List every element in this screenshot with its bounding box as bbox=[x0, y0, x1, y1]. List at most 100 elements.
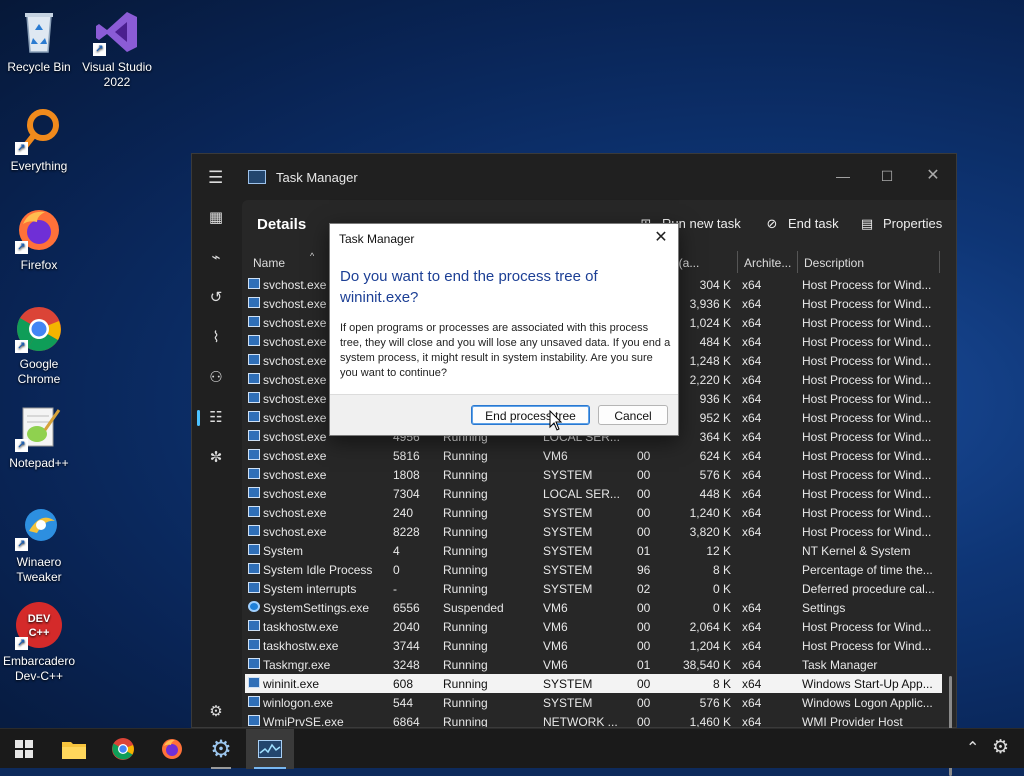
desktop-icon-chrome[interactable]: ↗ Google Chrome bbox=[0, 305, 78, 387]
nav-performance-icon[interactable]: ⌁ bbox=[204, 246, 228, 270]
cell-desc: Host Process for Wind... bbox=[802, 278, 932, 292]
desktop-icon-everything[interactable]: ↗ Everything bbox=[0, 107, 78, 174]
cell-cpu: 00 bbox=[637, 696, 651, 710]
process-row[interactable]: svchost.exe 7304 Running LOCAL SER... 00 448 … bbox=[245, 484, 942, 503]
chevron-up-icon[interactable]: ⌃ bbox=[966, 738, 979, 758]
process-icon bbox=[248, 411, 260, 422]
process-row[interactable]: taskhostw.exe 2040 Running VM6 00 2,064 K x64 H… bbox=[245, 617, 942, 636]
cell-mem: 0 K bbox=[712, 601, 731, 615]
nav-services-icon[interactable]: ✼ bbox=[204, 446, 228, 470]
taskbar-chrome[interactable] bbox=[99, 729, 147, 769]
settings-gear-icon[interactable]: ⚙ bbox=[992, 736, 1009, 759]
devcpp-icon: DEV C++ ↗ bbox=[15, 602, 63, 650]
cell-arch: x64 bbox=[742, 506, 762, 520]
shortcut-arrow-icon: ↗ bbox=[15, 439, 28, 452]
nav-details-icon[interactable]: ☷ bbox=[204, 406, 228, 430]
cell-arch: x64 bbox=[742, 373, 762, 387]
cell-cpu: 00 bbox=[637, 620, 651, 634]
end-task-label: End task bbox=[788, 216, 839, 231]
cell-arch: x64 bbox=[742, 525, 762, 539]
taskbar-task-manager[interactable] bbox=[246, 729, 294, 769]
cell-name: svchost.exe bbox=[263, 468, 327, 482]
nav-startup-apps-icon[interactable]: ⌇ bbox=[204, 326, 228, 350]
cell-mem: 1,460 K bbox=[689, 715, 731, 727]
desktop-icon-winaero[interactable]: ↗ Winaero Tweaker bbox=[0, 503, 78, 585]
cell-pid: - bbox=[393, 582, 397, 596]
close-button[interactable]: ✕ bbox=[918, 162, 948, 190]
taskbar-firefox[interactable] bbox=[148, 729, 196, 769]
nav-users-icon[interactable]: ⚇ bbox=[204, 366, 228, 390]
nav-settings-icon[interactable]: ⚙ bbox=[204, 700, 228, 724]
cell-status: Running bbox=[443, 525, 488, 539]
desktop-icon-visual-studio[interactable]: ↗ Visual Studio 2022 bbox=[78, 8, 156, 90]
cell-pid: 3248 bbox=[393, 658, 420, 672]
shortcut-arrow-icon: ↗ bbox=[15, 241, 28, 254]
cell-pid: 7304 bbox=[393, 487, 420, 501]
cell-user: SYSTEM bbox=[543, 506, 593, 520]
process-icon bbox=[248, 639, 260, 650]
process-row[interactable]: svchost.exe 8228 Running SYSTEM 00 3,820 K x64… bbox=[245, 522, 942, 541]
dialog-heading: Do you want to end the process tree of w… bbox=[340, 268, 598, 306]
cell-pid: 4 bbox=[393, 544, 400, 558]
cell-user: VM6 bbox=[543, 449, 568, 463]
hamburger-menu-icon[interactable]: ☰ bbox=[208, 168, 223, 188]
process-row[interactable]: svchost.exe 1808 Running SYSTEM 00 576 K x64 Ho… bbox=[245, 465, 942, 484]
process-icon bbox=[248, 449, 260, 460]
minimize-button[interactable]: — bbox=[828, 162, 858, 190]
desktop-icon-notepadpp[interactable]: ↗ Notepad++ bbox=[0, 404, 78, 471]
process-row[interactable]: Taskmgr.exe 3248 Running VM6 01 38,540 K x64 Ta… bbox=[245, 655, 942, 674]
taskbar-file-explorer[interactable] bbox=[50, 729, 98, 769]
cell-desc: Host Process for Wind... bbox=[802, 430, 932, 444]
cell-arch: x64 bbox=[742, 658, 762, 672]
process-row[interactable]: winlogon.exe 544 Running SYSTEM 00 576 K x64 Wi… bbox=[245, 693, 942, 712]
cell-pid: 8228 bbox=[393, 525, 420, 539]
process-row[interactable]: svchost.exe 5816 Running VM6 00 624 K x64 Host … bbox=[245, 446, 942, 465]
cell-desc: Task Manager bbox=[802, 658, 878, 672]
cell-desc: Host Process for Wind... bbox=[802, 620, 932, 634]
desktop-icon-recycle-bin[interactable]: Recycle Bin bbox=[0, 8, 78, 75]
cell-cpu: 00 bbox=[637, 677, 651, 691]
cell-cpu: 00 bbox=[637, 487, 651, 501]
process-row[interactable]: taskhostw.exe 3744 Running VM6 00 1,204 K x64 H… bbox=[245, 636, 942, 655]
dialog-close-icon[interactable]: ✕ bbox=[648, 226, 674, 250]
column-header-description[interactable]: Description bbox=[804, 256, 934, 270]
process-row[interactable]: System interrupts - Running SYSTEM 02 0 K Defe… bbox=[245, 579, 942, 598]
end-process-tree-dialog: Task Manager ✕ Do you want to end the pr… bbox=[329, 223, 679, 436]
start-button[interactable] bbox=[0, 729, 48, 769]
nav-app-history-icon[interactable]: ↺ bbox=[204, 286, 228, 310]
process-row[interactable]: svchost.exe 240 Running SYSTEM 00 1,240 K x64 H… bbox=[245, 503, 942, 522]
maximize-button[interactable]: ☐ bbox=[872, 162, 902, 190]
process-row[interactable]: wininit.exe 608 Running SYSTEM 00 8 K x64 Windo… bbox=[245, 674, 942, 693]
cell-arch: x64 bbox=[742, 677, 762, 691]
process-icon bbox=[248, 544, 260, 555]
cell-status: Running bbox=[443, 582, 488, 596]
desktop-icon-devcpp[interactable]: DEV C++ ↗ Embarcadero Dev-C++ bbox=[0, 602, 78, 684]
column-header-arch[interactable]: Archite... bbox=[744, 256, 794, 270]
column-separator bbox=[797, 251, 798, 273]
cancel-button[interactable]: Cancel bbox=[598, 405, 668, 425]
properties-button[interactable]: ▤ Properties bbox=[859, 216, 942, 232]
taskbar-settings[interactable]: ⚙ bbox=[197, 729, 245, 769]
column-header-name[interactable]: Name bbox=[253, 256, 333, 270]
process-icon bbox=[248, 620, 260, 631]
cell-mem: 448 K bbox=[699, 487, 731, 501]
shortcut-arrow-icon: ↗ bbox=[93, 43, 106, 56]
cell-cpu: 00 bbox=[637, 468, 651, 482]
cell-desc: WMI Provider Host bbox=[802, 715, 903, 727]
winaero-icon: ↗ bbox=[15, 503, 63, 551]
cell-user: LOCAL SER... bbox=[543, 487, 619, 501]
end-task-button[interactable]: ⊘ End task bbox=[764, 216, 839, 232]
cell-pid: 240 bbox=[393, 506, 414, 520]
end-process-tree-button[interactable]: End process tree bbox=[471, 405, 590, 425]
cell-status: Running bbox=[443, 715, 488, 727]
process-row[interactable]: System Idle Process 0 Running SYSTEM 96 8 K Pe… bbox=[245, 560, 942, 579]
cell-mem: 3,820 K bbox=[689, 525, 731, 539]
left-nav: ▦ ⌁ ↺ ⌇ ⚇ ☷ ✼ ⚙ bbox=[192, 198, 240, 727]
desktop-icon-firefox[interactable]: ↗ Firefox bbox=[0, 206, 78, 273]
process-row[interactable]: System 4 Running SYSTEM 01 12 K NT Kernel & Sy… bbox=[245, 541, 942, 560]
page-title: Details bbox=[257, 216, 307, 233]
nav-processes-icon[interactable]: ▦ bbox=[204, 206, 228, 230]
process-row[interactable]: WmiPrvSE.exe 6864 Running NETWORK ... 00 1,46… bbox=[245, 712, 942, 727]
process-row[interactable]: SystemSettings.exe 6556 Suspended VM6 00 0 K x… bbox=[245, 598, 942, 617]
cell-desc: Host Process for Wind... bbox=[802, 449, 932, 463]
